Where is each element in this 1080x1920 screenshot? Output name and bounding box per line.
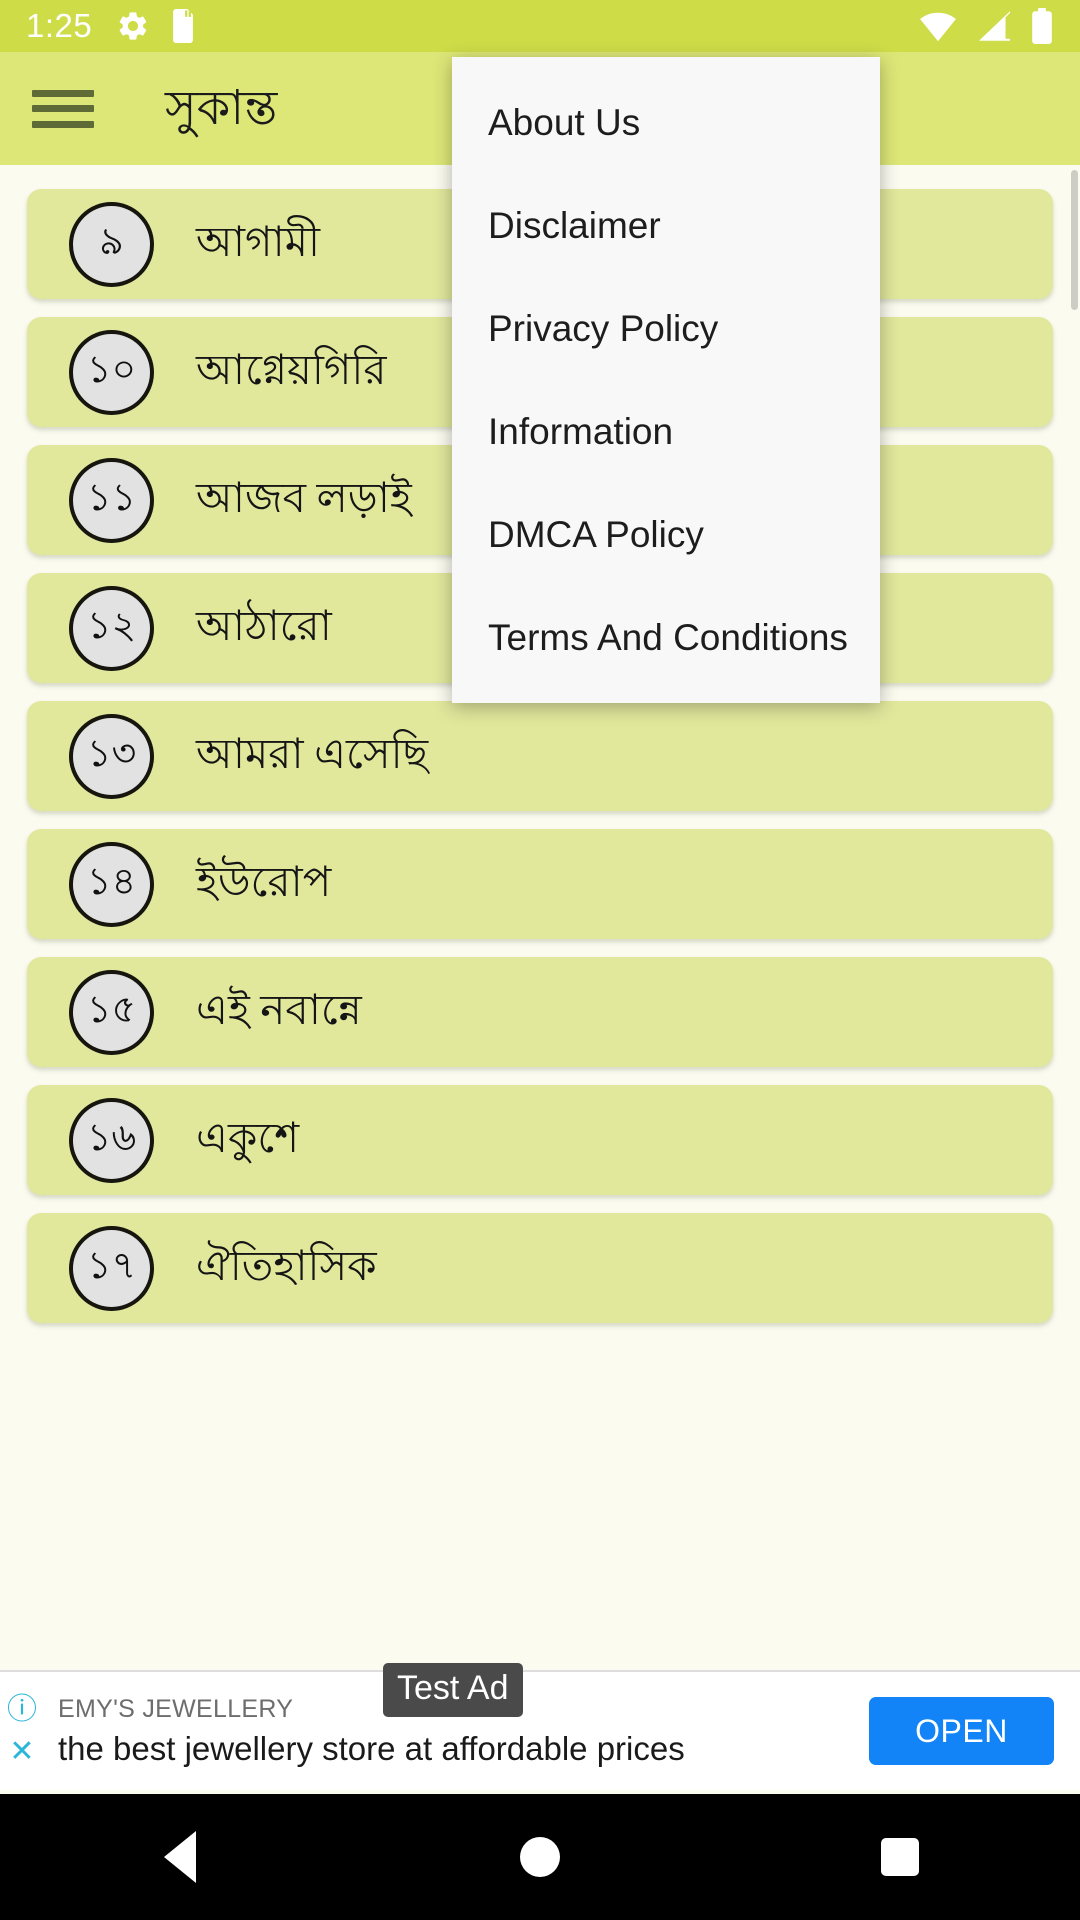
- chapter-title: আমরা এসেছি: [196, 731, 429, 778]
- chapter-title: আঠারো: [196, 603, 332, 650]
- ad-test-badge: Test Ad: [383, 1663, 523, 1717]
- ad-headline: the best jewellery store at affordable p…: [58, 1729, 685, 1767]
- battery-icon: [1030, 8, 1054, 44]
- list-item[interactable]: ১৭ ঐতিহাসিক: [27, 1213, 1053, 1323]
- menu-item-dmca-policy[interactable]: DMCA Policy: [452, 483, 880, 586]
- recents-button[interactable]: [840, 1794, 960, 1920]
- hamburger-icon[interactable]: [32, 84, 98, 134]
- list-item[interactable]: ১৩ আমরা এসেছি: [27, 701, 1053, 811]
- chapter-title: আজব লড়াই: [196, 475, 412, 522]
- chapter-number-badge: ১৩: [69, 713, 154, 799]
- cellular-signal-icon: [976, 10, 1012, 42]
- close-icon[interactable]: ✕: [7, 1737, 37, 1767]
- chapter-title: আগ্নেয়গিরি: [196, 347, 387, 394]
- menu-item-information[interactable]: Information: [452, 380, 880, 483]
- chapter-title: আগামী: [196, 219, 321, 266]
- menu-item-terms-and-conditions[interactable]: Terms And Conditions: [452, 586, 880, 689]
- system-navigation-bar: [0, 1794, 1080, 1920]
- overflow-menu: About Us Disclaimer Privacy Policy Infor…: [452, 57, 880, 703]
- sd-card-icon: [168, 9, 198, 43]
- scrollbar-thumb[interactable]: [1071, 170, 1078, 310]
- hamburger-line: [32, 120, 94, 128]
- info-icon[interactable]: ⓘ: [7, 1695, 37, 1725]
- status-bar-right-icons: [918, 8, 1054, 44]
- list-item[interactable]: ১৬ একুশে: [27, 1085, 1053, 1195]
- chapter-number-badge: ৯: [69, 201, 154, 287]
- wifi-icon: [918, 10, 958, 42]
- chapter-number-badge: ১৬: [69, 1097, 154, 1183]
- chapter-number-badge: ১১: [69, 457, 154, 543]
- menu-item-disclaimer[interactable]: Disclaimer: [452, 174, 880, 277]
- chapter-number-badge: ১৫: [69, 969, 154, 1055]
- hamburger-line: [32, 89, 94, 97]
- gear-icon: [116, 9, 150, 43]
- menu-item-privacy-policy[interactable]: Privacy Policy: [452, 277, 880, 380]
- ad-banner[interactable]: ⓘ ✕ EMY'S JEWELLERY the best jewellery s…: [0, 1670, 1080, 1790]
- chapter-title: ইউরোপ: [196, 859, 332, 906]
- list-item[interactable]: ১৪ ইউরোপ: [27, 829, 1053, 939]
- list-item[interactable]: ১৫ এই নবান্নে: [27, 957, 1053, 1067]
- status-clock: 1:25: [26, 7, 93, 44]
- home-circle-icon: [520, 1837, 560, 1877]
- chapter-number-badge: ১০: [69, 329, 154, 415]
- menu-item-about-us[interactable]: About Us: [452, 71, 880, 174]
- chapter-number-badge: ১৭: [69, 1225, 154, 1311]
- hamburger-line: [32, 105, 94, 112]
- back-button[interactable]: [120, 1794, 240, 1920]
- chapter-title: একুশে: [196, 1115, 300, 1162]
- chapter-title: এই নবান্নে: [196, 987, 362, 1034]
- chapter-number-badge: ১২: [69, 585, 154, 671]
- home-button[interactable]: [480, 1794, 600, 1920]
- page-title: সুকান্ত: [165, 81, 278, 135]
- chapter-title: ঐতিহাসিক: [196, 1243, 377, 1290]
- chapter-number-badge: ১৪: [69, 841, 154, 927]
- recents-square-icon: [881, 1838, 919, 1876]
- ad-side-icons: ⓘ ✕: [0, 1672, 44, 1790]
- phone-screen: 1:25 সুকান্ত ৯ আগামী ১০ আগ্নেয়গিরি ১১ আ…: [0, 0, 1080, 1920]
- ad-open-button[interactable]: OPEN: [869, 1697, 1054, 1765]
- status-bar: 1:25: [0, 0, 1080, 52]
- back-triangle-icon: [164, 1831, 196, 1883]
